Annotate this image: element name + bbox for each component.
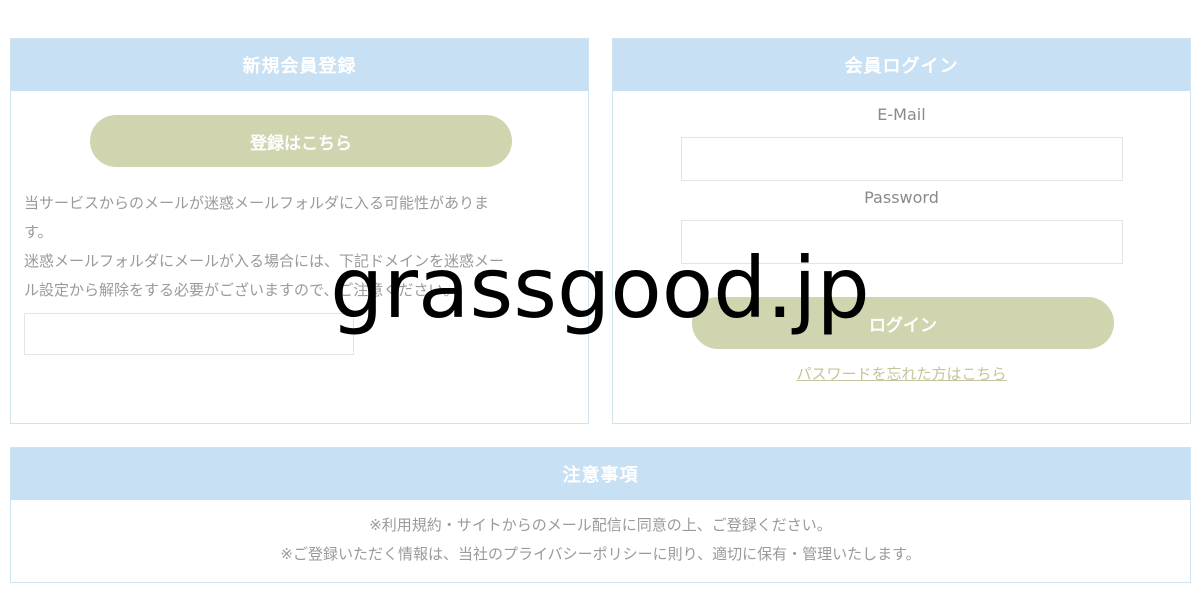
email-field[interactable] <box>681 137 1123 181</box>
notice-line: 迷惑メールフォルダにメールが入る場合には、下記ドメインを迷惑メー <box>24 252 505 270</box>
notes-panel-header: 注意事項 <box>11 448 1190 500</box>
notice-line: ル設定から解除をする必要がございますので、ご注意ください。 <box>24 281 459 299</box>
register-button[interactable]: 登録はこちら <box>90 115 512 167</box>
notice-line: す。 <box>24 223 53 241</box>
notes-panel: 注意事項 ※利用規約・サイトからのメール配信に同意の上、ご登録ください。 ※ご登… <box>10 447 1191 583</box>
notice-line: 当サービスからのメールが迷惑メールフォルダに入る可能性がありま <box>24 194 490 212</box>
register-panel: 新規会員登録 登録はこちら 当サービスからのメールが迷惑メールフォルダに入る可能… <box>10 38 589 424</box>
email-label: E-Mail <box>877 105 926 124</box>
notes-body: ※利用規約・サイトからのメール配信に同意の上、ご登録ください。 ※ご登録いただく… <box>11 500 1190 569</box>
login-button[interactable]: ログイン <box>692 297 1114 349</box>
spam-folder-notice: 当サービスからのメールが迷惑メールフォルダに入る可能性がありま す。 迷惑メール… <box>24 189 569 305</box>
login-panel-header: 会員ログイン <box>613 39 1190 91</box>
notes-line: ※ご登録いただく情報は、当社のプライバシーポリシーに則り、適切に保有・管理いたし… <box>280 545 921 563</box>
password-label: Password <box>864 188 939 207</box>
login-panel: 会員ログイン E-Mail Password ログイン パスワードを忘れた方はこ… <box>612 38 1191 424</box>
register-panel-header: 新規会員登録 <box>11 39 588 91</box>
page: 新規会員登録 登録はこちら 当サービスからのメールが迷惑メールフォルダに入る可能… <box>0 0 1200 600</box>
notes-line: ※利用規約・サイトからのメール配信に同意の上、ご登録ください。 <box>369 516 832 534</box>
password-field[interactable] <box>681 220 1123 264</box>
domain-box <box>24 313 354 355</box>
forgot-password-link[interactable]: パスワードを忘れた方はこちら <box>613 363 1190 384</box>
